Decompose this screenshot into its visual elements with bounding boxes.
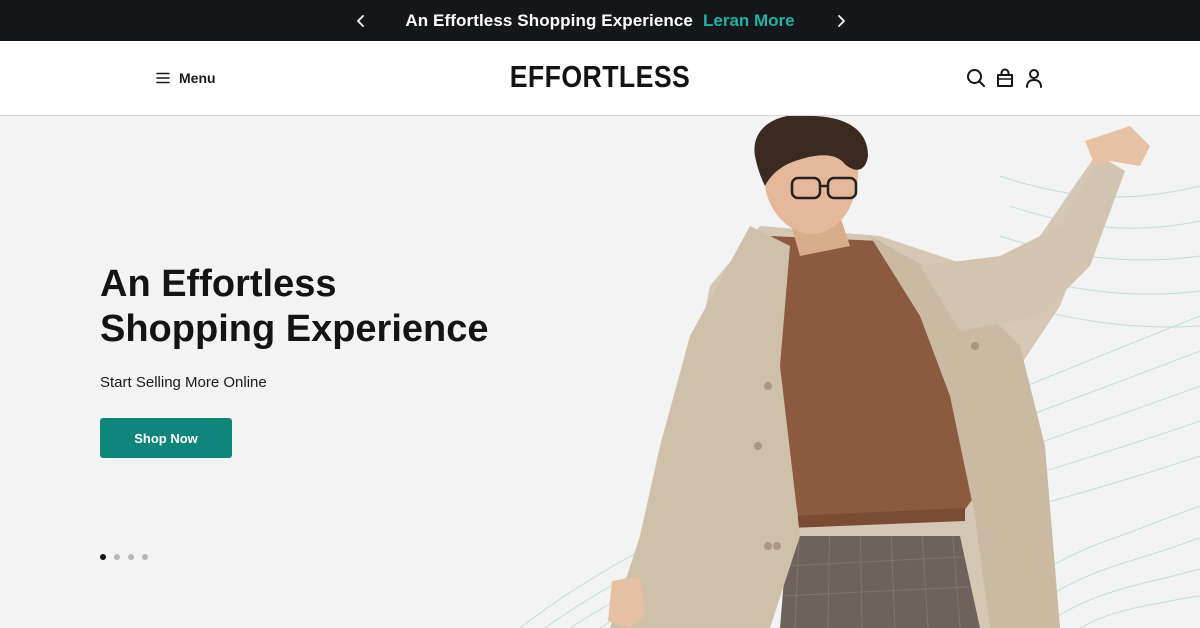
user-icon [1026, 69, 1042, 88]
shop-now-button[interactable]: Shop Now [100, 418, 232, 458]
announcement-prev-button[interactable] [346, 0, 376, 41]
announcement-text: An Effortless Shopping Experience [405, 10, 693, 30]
announcement-bar: An Effortless Shopping Experience Leran … [0, 0, 1200, 41]
announcement-message: An Effortless Shopping Experience Leran … [405, 11, 794, 31]
cart-button[interactable] [995, 67, 1015, 89]
slider-pagination [100, 554, 148, 560]
hero-title-line-1: An Effortless [100, 263, 337, 305]
chevron-right-icon [838, 14, 845, 27]
hero-banner: An Effortless Shopping Experience Start … [0, 116, 1200, 628]
slide-dot-2[interactable] [114, 554, 120, 560]
announcement-next-button[interactable] [826, 0, 856, 41]
slide-dot-3[interactable] [128, 554, 134, 560]
chevron-left-icon [357, 14, 364, 27]
site-logo[interactable]: EFFORTLESS [84, 59, 1116, 95]
search-button[interactable] [966, 67, 986, 89]
search-icon [967, 69, 985, 87]
shopping-bag-icon [997, 68, 1013, 87]
hero-subtitle: Start Selling More Online [100, 374, 267, 391]
learn-more-link[interactable]: Leran More [703, 11, 795, 31]
slide-dot-1[interactable] [100, 554, 106, 560]
hero-title-line-2: Shopping Experience [100, 308, 489, 350]
slide-dot-4[interactable] [142, 554, 148, 560]
hero-title: An Effortless Shopping Experience [100, 262, 620, 352]
header-actions [966, 67, 1044, 89]
account-button[interactable] [1024, 67, 1044, 89]
hero-image [519, 116, 1200, 628]
site-header: Menu EFFORTLESS [0, 41, 1200, 116]
